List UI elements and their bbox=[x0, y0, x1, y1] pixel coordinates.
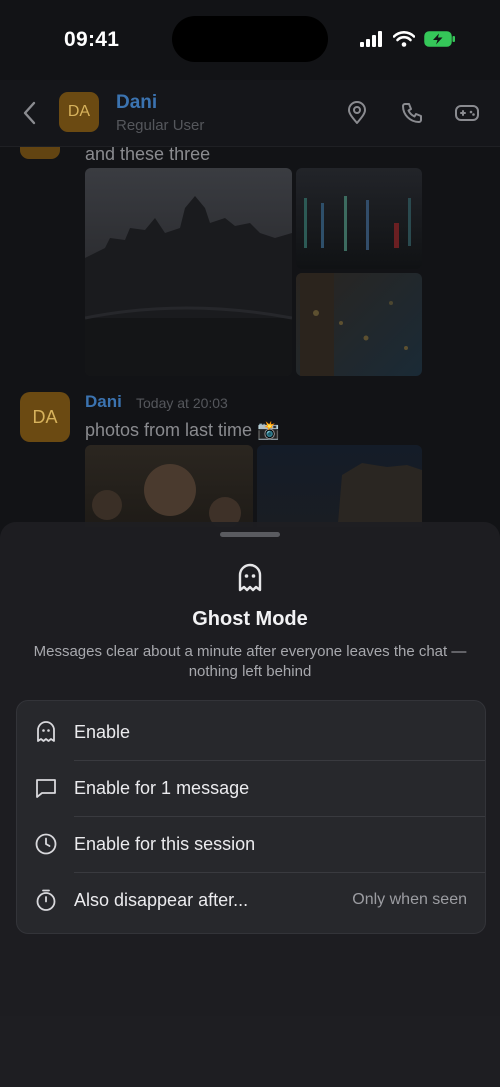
dimmed-input-bar bbox=[0, 992, 500, 1052]
status-time: 09:41 bbox=[64, 28, 120, 51]
back-button[interactable] bbox=[14, 96, 44, 130]
gamepad-icon bbox=[455, 105, 479, 121]
message-timestamp: Today at 20:03 bbox=[136, 395, 228, 411]
message-list: and these three DA Dani Today at 20:03 p… bbox=[0, 147, 500, 527]
photo-canal-houses-image bbox=[85, 196, 292, 376]
chat-header: DA Dani Regular User bbox=[0, 80, 500, 147]
option-label: Enable for 1 message bbox=[74, 777, 250, 798]
phone-icon bbox=[402, 103, 422, 123]
ghost-icon bbox=[238, 563, 262, 592]
option-value: Only when seen bbox=[352, 891, 467, 908]
option-label: Enable bbox=[74, 721, 131, 742]
chevron-left-icon bbox=[23, 101, 36, 125]
contact-subtitle: Regular User bbox=[116, 117, 205, 134]
option-enable-one-message[interactable]: Enable for 1 message bbox=[17, 760, 485, 816]
option-enable[interactable]: Enable bbox=[17, 704, 485, 760]
photo-canal-houses[interactable] bbox=[85, 168, 292, 376]
clock-icon bbox=[33, 831, 59, 857]
option-label: Also disappear after... bbox=[74, 889, 249, 910]
wifi-icon bbox=[393, 31, 415, 47]
message-avatar[interactable]: DA bbox=[20, 392, 70, 442]
sheet-grabber[interactable] bbox=[220, 532, 280, 537]
option-label: Enable for this session bbox=[74, 833, 256, 854]
option-enable-session[interactable]: Enable for this session bbox=[17, 816, 485, 872]
signal-icon bbox=[360, 31, 382, 47]
ghost-icon bbox=[33, 719, 59, 745]
sheet-description: Messages clear about a minute after ever… bbox=[33, 643, 467, 680]
games-button[interactable] bbox=[452, 98, 482, 128]
ghost-mode-options: Enable Enable for 1 message Enable for t… bbox=[16, 700, 486, 934]
photo-buildings[interactable] bbox=[257, 445, 422, 527]
message-avatar bbox=[20, 147, 60, 159]
location-pin-icon bbox=[348, 101, 366, 124]
photo-selfie[interactable] bbox=[85, 445, 253, 527]
message-sender[interactable]: Dani bbox=[85, 392, 122, 412]
location-button[interactable] bbox=[342, 98, 372, 128]
timer-icon bbox=[33, 887, 59, 913]
message-icon bbox=[33, 775, 59, 801]
photo-night-lights[interactable] bbox=[296, 168, 422, 269]
contact-avatar[interactable]: DA bbox=[59, 92, 99, 132]
status-bar: 09:41 bbox=[0, 0, 500, 80]
option-disappear-after[interactable]: Also disappear after... Only when seen bbox=[17, 872, 485, 928]
photo-tree-lights[interactable] bbox=[296, 273, 422, 376]
ghost-mode-sheet: Ghost Mode Messages clear about a minute… bbox=[0, 522, 500, 1087]
battery-charging-icon bbox=[424, 31, 455, 47]
photo-selfie-image bbox=[92, 464, 241, 527]
call-button[interactable] bbox=[397, 98, 427, 128]
dynamic-island bbox=[172, 16, 328, 62]
photo-night-lights-image bbox=[304, 196, 411, 251]
contact-name[interactable]: Dani bbox=[116, 92, 157, 114]
message-text: photos from last time 📸 bbox=[85, 420, 280, 440]
sheet-title: Ghost Mode bbox=[192, 608, 308, 630]
status-icons bbox=[360, 31, 456, 47]
photo-tree-lights-image bbox=[300, 273, 408, 376]
message-text: and these three bbox=[85, 147, 211, 164]
photo-buildings-image bbox=[337, 463, 422, 527]
